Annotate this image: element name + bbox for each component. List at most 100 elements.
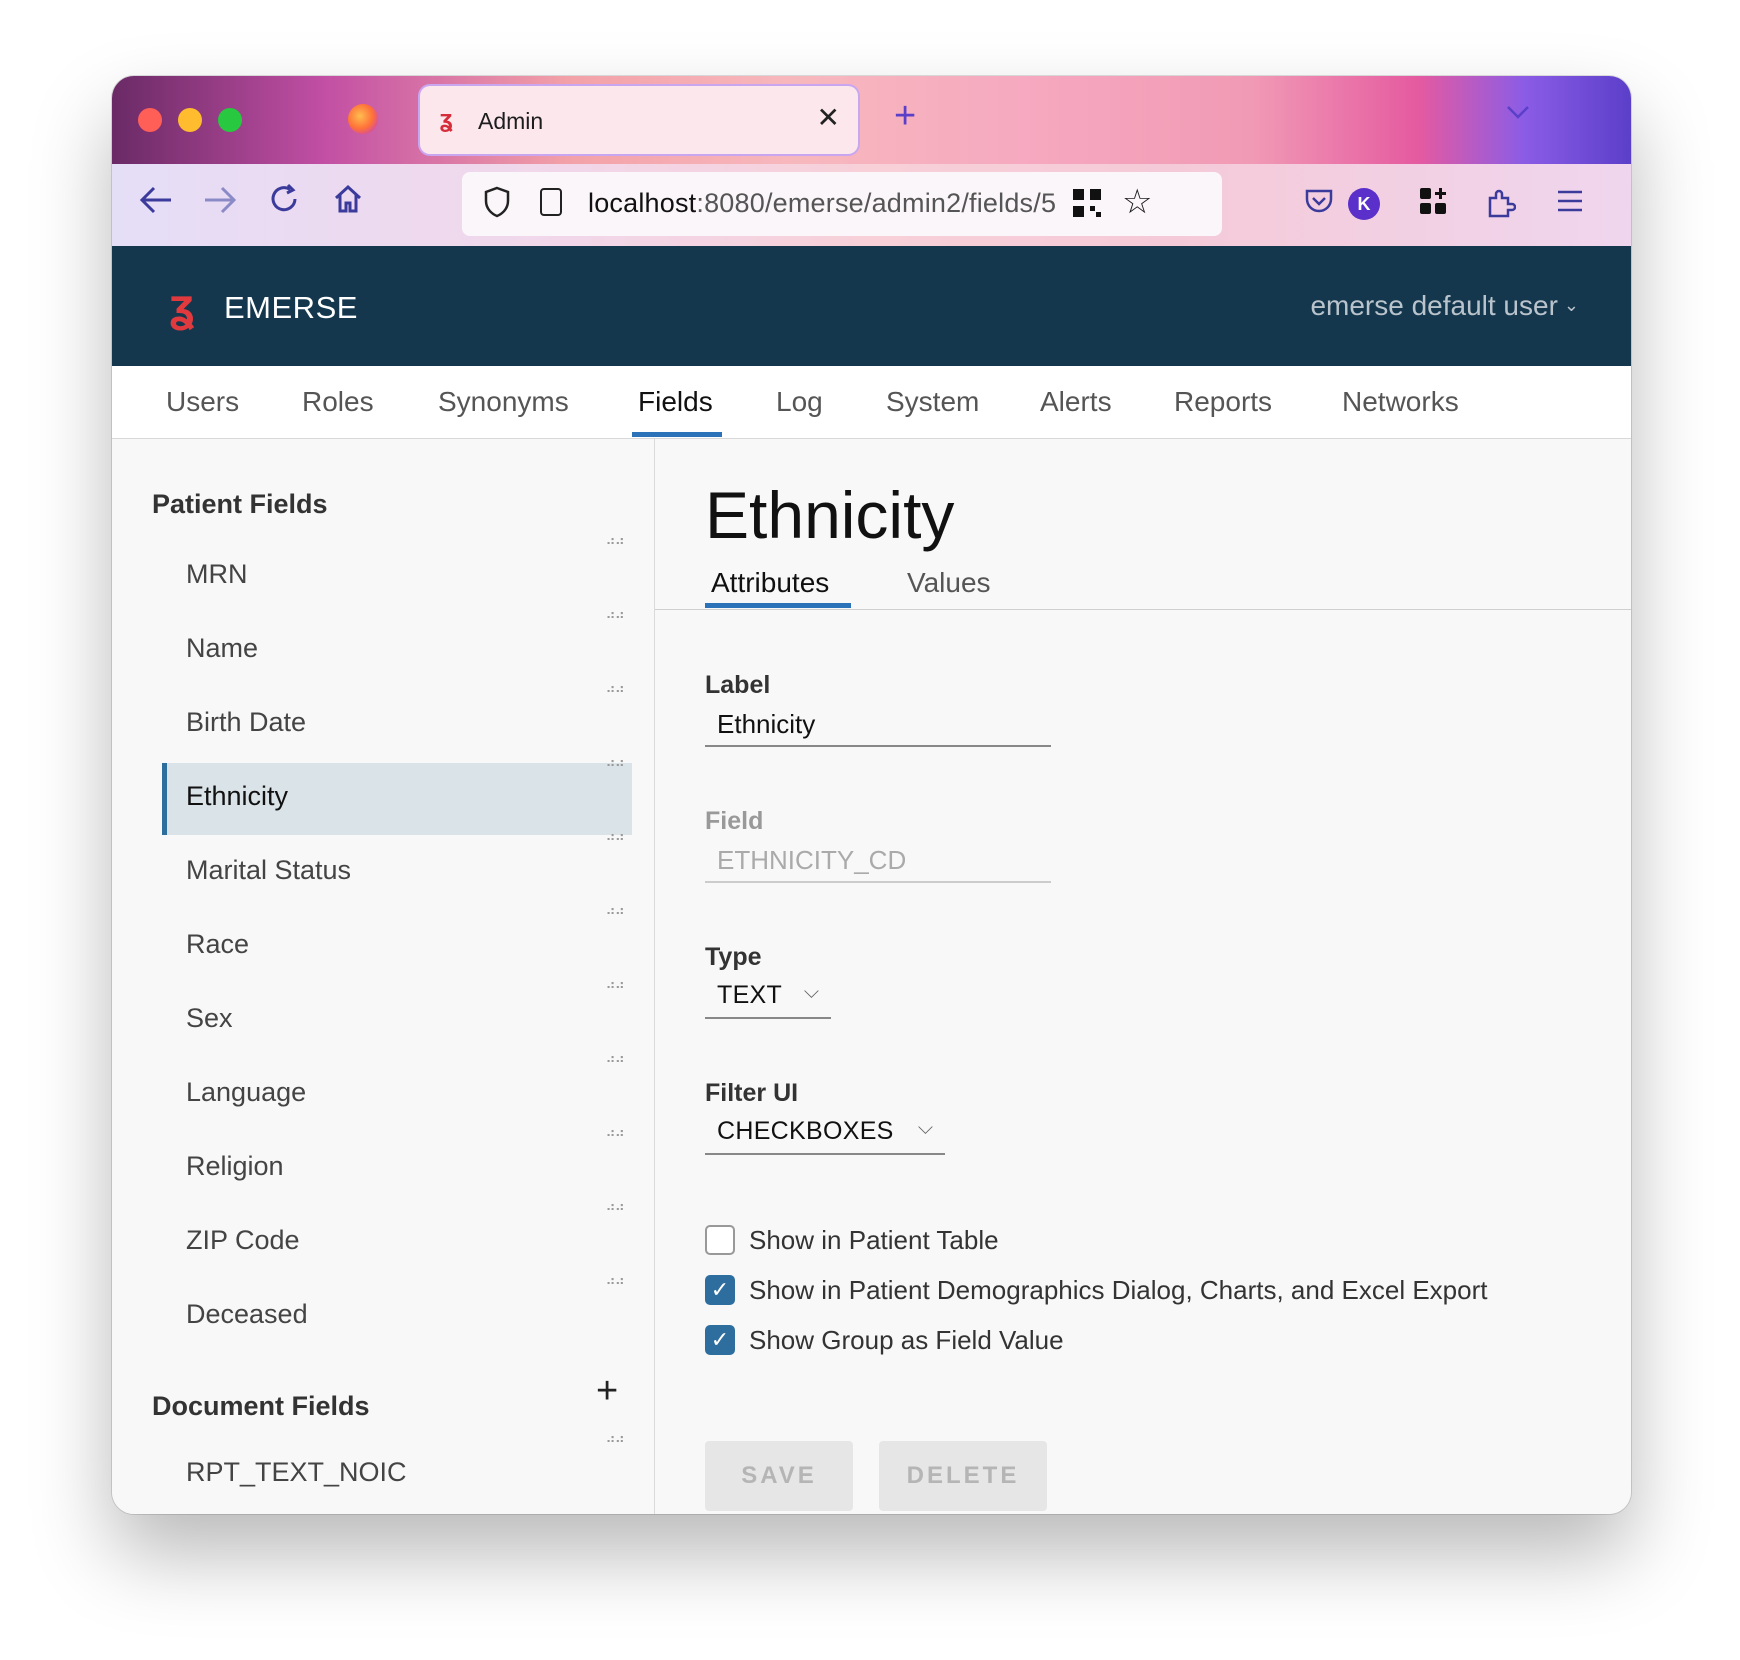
drag-handle-icon[interactable]: ⠚⠚	[605, 833, 624, 847]
sidebar-item-label: Language	[186, 1077, 307, 1107]
emerse-logo-icon[interactable]: ʓ	[170, 276, 194, 334]
sidebar-item-ethnicity[interactable]: ⠚⠚ Ethnicity	[162, 759, 632, 835]
filter-ui-select[interactable]: CHECKBOXES ⌵	[705, 1111, 945, 1155]
admin-tabs: Users Roles Synonyms Fields Log System A…	[112, 366, 1631, 439]
chevron-down-icon: ⌵	[917, 1117, 933, 1139]
filter-ui-caption: Filter UI	[705, 1079, 799, 1107]
minimize-window-button[interactable]	[178, 108, 202, 132]
list-tabs-icon[interactable]	[1505, 100, 1531, 126]
drag-handle-icon[interactable]: ⠚⠚	[605, 537, 624, 551]
sidebar-item-zip-code[interactable]: ⠚⠚ ZIP Code	[162, 1203, 632, 1279]
app-header: ʓ EMERSE emerse default user ⌄	[112, 246, 1631, 366]
checkmark-icon[interactable]: ✓	[705, 1325, 735, 1355]
label-input[interactable]	[705, 703, 1051, 747]
sidebar-item-sex[interactable]: ⠚⠚ Sex	[162, 981, 632, 1057]
field-detail-panel: Ethnicity Attributes Values Label Field …	[655, 439, 1631, 1514]
type-select-value: TEXT	[717, 981, 783, 1009]
sidebar-item-language[interactable]: ⠚⠚ Language	[162, 1055, 632, 1131]
type-caption: Type	[705, 943, 762, 971]
app-logo-text[interactable]: EMERSE	[224, 290, 358, 326]
sidebar-item-rpt-text-noic[interactable]: ⠚⠚ RPT_TEXT_NOIC	[162, 1435, 632, 1511]
drag-handle-icon[interactable]: ⠚⠚	[605, 981, 624, 995]
emerse-favicon-icon: ʓ	[440, 106, 453, 133]
drag-handle-icon[interactable]: ⠚⠚	[605, 907, 624, 921]
drag-handle-icon[interactable]: ⠚⠚	[605, 1055, 624, 1069]
sidebar-item-marital-status[interactable]: ⠚⠚ Marital Status	[162, 833, 632, 909]
tab-attributes[interactable]: Attributes	[711, 567, 829, 599]
sidebar-item-religion[interactable]: ⠚⠚ Religion	[162, 1129, 632, 1205]
chevron-down-icon: ⌄	[1563, 295, 1579, 315]
puzzle-extension-icon[interactable]	[1486, 186, 1517, 227]
home-icon[interactable]	[326, 182, 370, 226]
chevron-down-icon: ⌵	[803, 981, 819, 1003]
sidebar-item-race[interactable]: ⠚⠚ Race	[162, 907, 632, 983]
zoom-window-button[interactable]	[218, 108, 242, 132]
tab-reports[interactable]: Reports	[1174, 386, 1272, 418]
field-detail-tabs: Attributes Values	[655, 549, 1631, 610]
drag-handle-icon[interactable]: ⠚⠚	[605, 611, 624, 625]
new-tab-button[interactable]: +	[894, 94, 916, 138]
sidebar-item-label: MRN	[186, 559, 248, 589]
tab-values[interactable]: Values	[907, 567, 991, 599]
sidebar-item-label: Birth Date	[186, 707, 307, 737]
hamburger-menu-icon[interactable]	[1556, 186, 1584, 222]
sidebar-item-birth-date[interactable]: ⠚⠚ Birth Date	[162, 685, 632, 761]
sidebar-item-label: Deceased	[186, 1299, 308, 1329]
save-button[interactable]: SAVE	[705, 1441, 853, 1511]
show-in-patient-table-checkbox[interactable]: Show in Patient Table	[705, 1223, 1065, 1257]
filter-ui-select-value: CHECKBOXES	[717, 1117, 894, 1145]
account-avatar[interactable]: K	[1348, 188, 1380, 220]
add-document-field-icon[interactable]: +	[596, 1371, 618, 1411]
qr-code-icon[interactable]	[1072, 188, 1102, 218]
drag-handle-icon[interactable]: ⠚⠚	[605, 1277, 624, 1291]
drag-handle-icon[interactable]: ⠚⠚	[605, 1203, 624, 1217]
firefox-icon[interactable]	[348, 104, 378, 134]
address-bar[interactable]: localhost:8080/emerse/admin2/fields/5 ☆	[462, 172, 1222, 236]
back-icon[interactable]	[134, 182, 178, 226]
document-fields-heading: Document Fields	[152, 1391, 370, 1421]
drag-handle-icon[interactable]: ⠚⠚	[605, 1435, 624, 1449]
sidebar-item-name[interactable]: ⠚⠚ Name	[162, 611, 632, 687]
tab-users[interactable]: Users	[166, 386, 239, 418]
browser-window: ʓ Admin ✕ + localhost:8080/emerse/admin2…	[112, 76, 1631, 1514]
drag-handle-icon[interactable]: ⠚⠚	[605, 759, 624, 773]
bookmark-star-icon[interactable]: ☆	[1122, 182, 1152, 222]
field-caption: Field	[705, 807, 764, 835]
user-menu[interactable]: emerse default user ⌄	[1310, 290, 1579, 322]
tab-system[interactable]: System	[886, 386, 979, 418]
tab-networks[interactable]: Networks	[1342, 386, 1459, 418]
tab-log[interactable]: Log	[776, 386, 823, 418]
delete-button[interactable]: DELETE	[879, 1441, 1047, 1511]
browser-tab-admin[interactable]: ʓ Admin ✕	[420, 86, 858, 154]
checkbox-label: Show Group as Field Value	[749, 1325, 1064, 1355]
show-group-as-field-value-checkbox[interactable]: ✓ Show Group as Field Value	[705, 1323, 1125, 1357]
checkbox-label: Show in Patient Table	[749, 1225, 999, 1255]
sidebar-item-label: Sex	[186, 1003, 233, 1033]
close-tab-icon[interactable]: ✕	[817, 102, 840, 134]
tab-alerts[interactable]: Alerts	[1040, 386, 1112, 418]
show-in-demographics-checkbox[interactable]: ✓ Show in Patient Demographics Dialog, C…	[705, 1273, 1565, 1307]
sidebar-item-label: Name	[186, 633, 259, 663]
checkmark-icon[interactable]: ✓	[705, 1275, 735, 1305]
checkbox-label: Show in Patient Demographics Dialog, Cha…	[749, 1275, 1488, 1305]
drag-handle-icon[interactable]: ⠚⠚	[605, 685, 624, 699]
tracking-protection-shield-icon[interactable]	[484, 186, 510, 220]
page-info-icon[interactable]	[540, 188, 562, 216]
sidebar-item-deceased[interactable]: ⠚⠚ Deceased	[162, 1277, 632, 1353]
pocket-icon[interactable]	[1304, 186, 1334, 225]
extensions-grid-icon[interactable]	[1418, 186, 1448, 225]
reload-icon[interactable]	[262, 182, 306, 226]
url-text[interactable]: localhost:8080/emerse/admin2/fields/5	[588, 188, 1056, 219]
type-select[interactable]: TEXT ⌵	[705, 975, 831, 1019]
active-tab-indicator	[632, 432, 722, 437]
tab-synonyms[interactable]: Synonyms	[438, 386, 569, 418]
sidebar-item-label: ZIP Code	[186, 1225, 300, 1255]
forward-icon[interactable]	[198, 182, 242, 226]
checkbox-unchecked-icon[interactable]	[705, 1225, 735, 1255]
sidebar-item-mrn[interactable]: ⠚⠚ MRN	[162, 537, 632, 613]
tab-fields[interactable]: Fields	[638, 386, 713, 418]
drag-handle-icon[interactable]: ⠚⠚	[605, 1129, 624, 1143]
tab-roles[interactable]: Roles	[302, 386, 374, 418]
close-window-button[interactable]	[138, 108, 162, 132]
fields-sidebar: Patient Fields ⠚⠚ MRN ⠚⠚ Name ⠚⠚ Birth D…	[112, 439, 655, 1514]
